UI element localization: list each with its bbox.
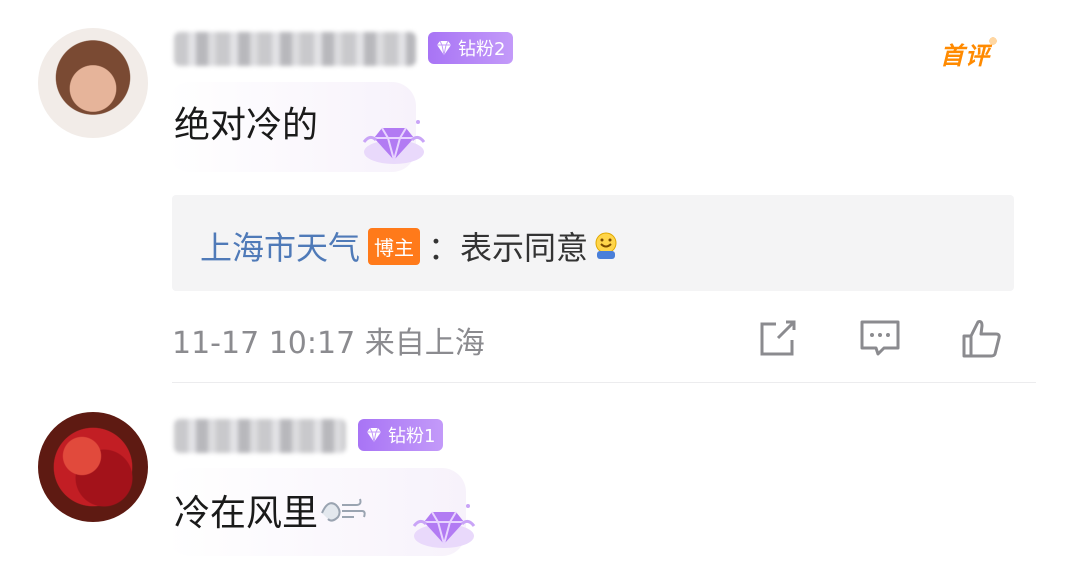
avatar[interactable] <box>38 412 148 522</box>
comment-meta: 11-17 10:17 来自上海 <box>172 326 485 361</box>
reply-text: 表示同意 <box>460 229 589 267</box>
diamond-icon <box>437 40 451 56</box>
like-icon[interactable] <box>960 316 1004 360</box>
wind-emoji-icon <box>321 498 366 522</box>
diamond-emblem-icon <box>412 504 476 548</box>
first-comment-tag: 首评 <box>940 32 1002 71</box>
fan-badge-label: 钻粉1 <box>388 426 436 447</box>
reply-username[interactable]: 上海市天气 <box>200 223 360 269</box>
share-icon[interactable] <box>756 316 800 360</box>
comment-text: 绝对冷的 <box>174 105 319 146</box>
smile-emoji-icon <box>595 232 617 259</box>
username-blurred[interactable] <box>174 32 416 66</box>
reply-preview[interactable]: 上海市天气 博主 ： 表示同意 <box>172 195 1014 291</box>
reply-line: 上海市天气 博主 ： 表示同意 <box>200 223 620 269</box>
comment-text-row: 冷在风里 <box>174 484 366 536</box>
blogger-badge: 博主 <box>368 227 421 265</box>
avatar[interactable] <box>38 28 148 138</box>
comment-icon[interactable] <box>858 316 902 360</box>
username-blurred[interactable] <box>174 419 346 453</box>
fan-level-badge[interactable]: 钻粉1 <box>358 419 444 451</box>
fan-badge-label: 钻粉2 <box>458 39 506 60</box>
comment-text: 冷在风里 <box>174 493 319 534</box>
reply-separator: ： <box>428 229 461 267</box>
fan-level-badge[interactable]: 钻粉2 <box>428 32 514 64</box>
diamond-icon <box>367 427 381 443</box>
divider <box>172 382 1036 383</box>
diamond-emblem-icon <box>362 120 426 164</box>
